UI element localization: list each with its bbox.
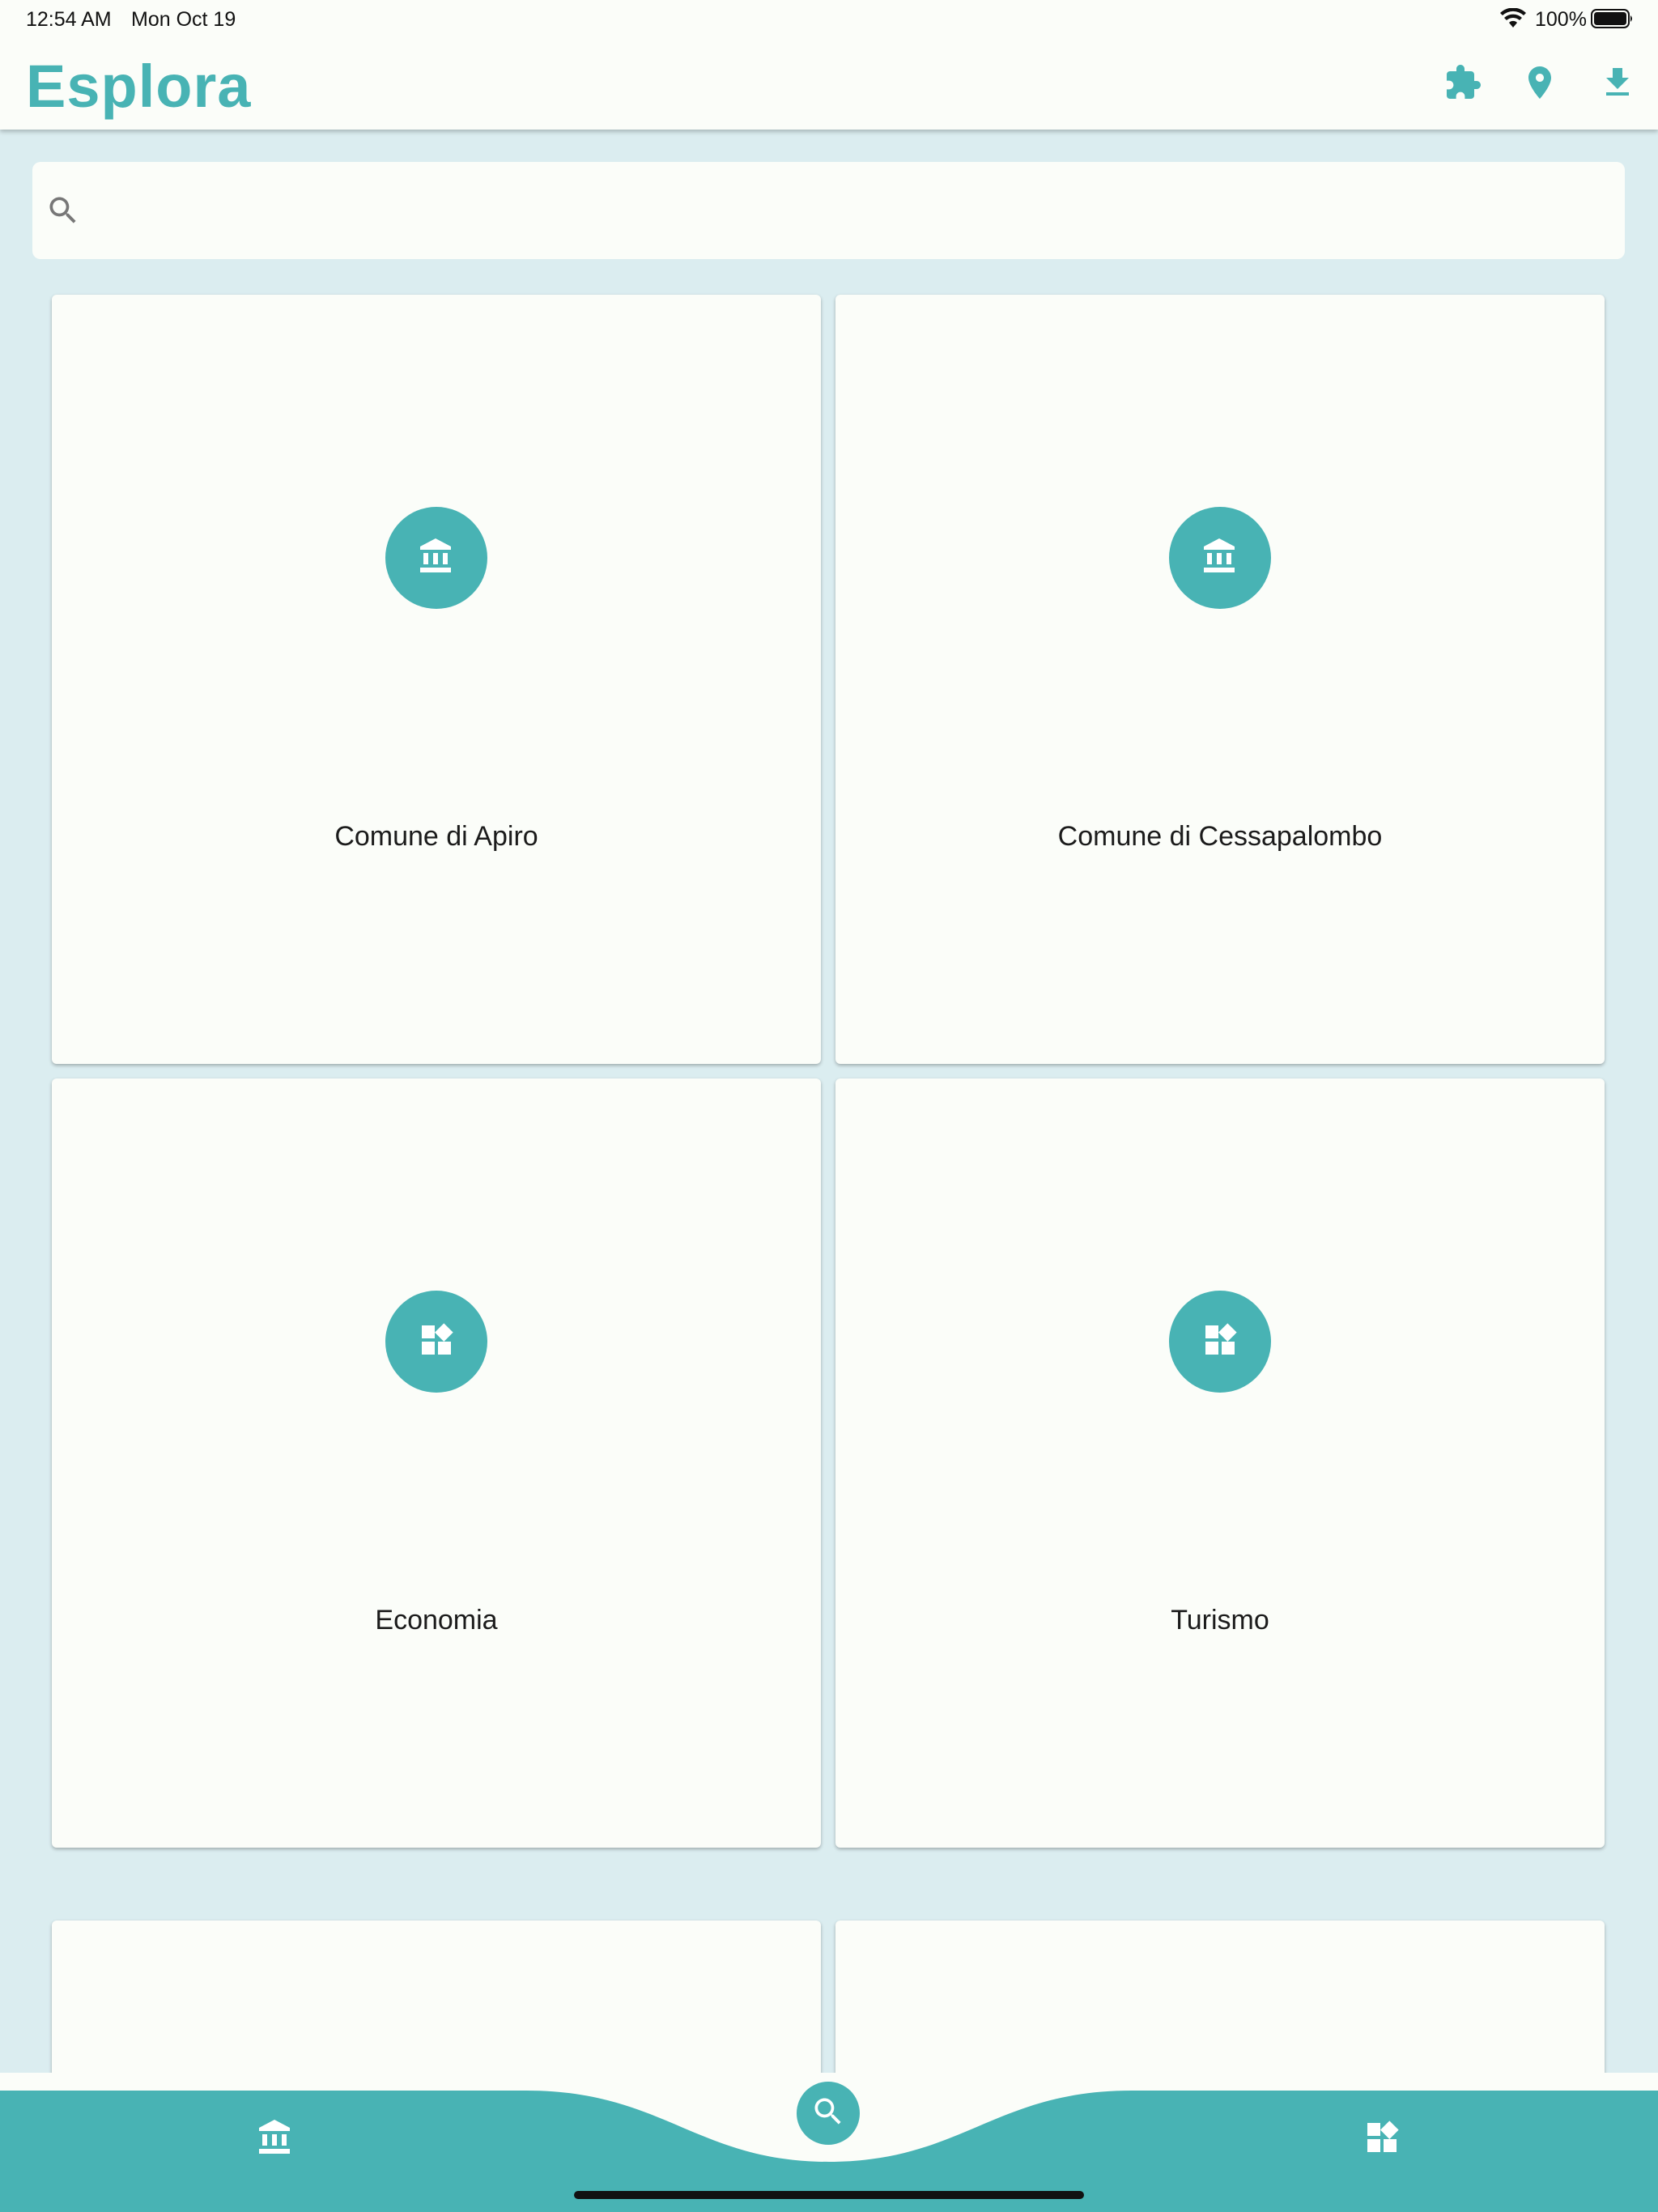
card-icon-circle xyxy=(1169,1291,1271,1393)
institution-icon xyxy=(1201,537,1239,580)
battery-icon xyxy=(1591,8,1635,33)
download-icon xyxy=(1598,63,1637,106)
category-icon xyxy=(417,1321,456,1363)
card-icon-circle xyxy=(385,1291,487,1393)
card-label: Comune di Cessapalombo xyxy=(1057,821,1383,852)
card-label: Comune di Apiro xyxy=(334,821,538,852)
search-icon xyxy=(45,193,81,232)
card-turismo[interactable]: Turismo xyxy=(835,1078,1605,1848)
card-icon-circle xyxy=(1169,507,1271,609)
battery-percentage: 100% xyxy=(1535,8,1587,31)
category-icon xyxy=(1201,1321,1239,1363)
nav-search-button[interactable] xyxy=(797,2082,860,2145)
nav-categories-button[interactable] xyxy=(1356,2113,1408,2165)
status-bar: 12:54 AM Mon Oct 19 100% xyxy=(0,0,1658,39)
search-input[interactable] xyxy=(100,178,1609,245)
nav-institutions-button[interactable] xyxy=(249,2113,301,2165)
page-title: Esplora xyxy=(26,53,252,120)
download-button[interactable] xyxy=(1592,58,1643,110)
institution-icon xyxy=(256,2118,295,2161)
card-label: Economia xyxy=(375,1605,498,1636)
wifi-icon xyxy=(1499,7,1527,33)
card-comune-cessapalombo[interactable]: Comune di Cessapalombo xyxy=(835,295,1605,1064)
location-button[interactable] xyxy=(1514,58,1566,110)
institution-icon xyxy=(417,537,456,580)
category-icon xyxy=(1363,2118,1401,2161)
card-economia[interactable]: Economia xyxy=(52,1078,821,1848)
search-bar xyxy=(32,162,1625,259)
location-pin-icon xyxy=(1520,63,1559,106)
status-date: Mon Oct 19 xyxy=(131,8,236,31)
search-icon xyxy=(810,2094,846,2133)
home-indicator xyxy=(574,2191,1084,2199)
bottom-navigation xyxy=(0,2073,1658,2212)
card-icon-circle xyxy=(385,507,487,609)
status-time: 12:54 AM xyxy=(26,8,112,31)
card-label: Turismo xyxy=(1171,1605,1269,1636)
extension-icon xyxy=(1443,63,1482,106)
card-comune-apiro[interactable]: Comune di Apiro xyxy=(52,295,821,1064)
app-bar: Esplora xyxy=(0,39,1658,130)
extensions-button[interactable] xyxy=(1437,58,1489,110)
